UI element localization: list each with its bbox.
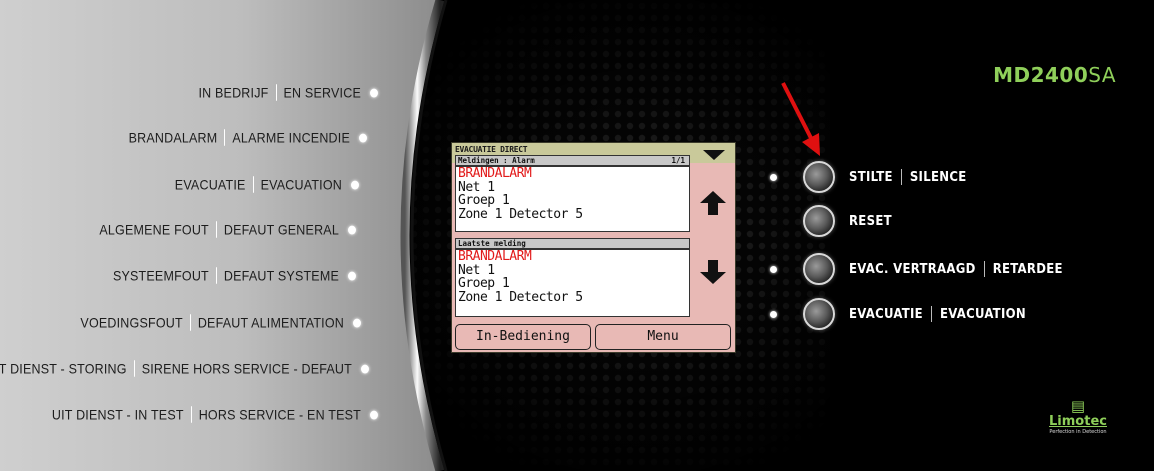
control-label-nl: EVAC. VERTRAAGD bbox=[849, 261, 976, 277]
logo-name: Limotec bbox=[1049, 414, 1107, 429]
reset-button[interactable] bbox=[803, 205, 835, 237]
control-label-nl: RESET bbox=[849, 213, 892, 229]
logo-tagline: Perfection in Detection bbox=[1049, 429, 1107, 435]
label-divider bbox=[930, 306, 932, 322]
model-name-suffix: SA bbox=[1088, 63, 1116, 87]
label-divider bbox=[252, 176, 254, 193]
control-led-indicator bbox=[770, 173, 777, 181]
status-led-row: SYSTEEMFOUT DEFAUT SYSTEME bbox=[113, 267, 356, 284]
led-label-nl: UIT DIENST - IN TEST bbox=[51, 406, 184, 423]
evac-vertraagd-control: EVAC. VERTRAAGD RETARDEE bbox=[770, 253, 1063, 285]
last-line-type: BRANDALARM bbox=[458, 249, 532, 264]
scroll-down-icon[interactable] bbox=[703, 150, 725, 160]
alarm-list-page: 1/1 bbox=[671, 156, 685, 165]
menu-button[interactable]: Menu bbox=[595, 324, 731, 350]
led-label-nl: EVACUATIE bbox=[174, 176, 246, 193]
red-pointer-arrow-icon bbox=[781, 82, 820, 156]
label-divider bbox=[189, 314, 191, 331]
status-led-row: VOEDINGSFOUT DEFAUT ALIMENTATION bbox=[80, 314, 361, 331]
last-line-group: Groep 1 bbox=[458, 276, 510, 291]
alarm-list: BRANDALARM Net 1 Groep 1 Zone 1 Detector… bbox=[455, 166, 690, 232]
status-led-list: IN BEDRIJF EN SERVICE BRANDALARM ALARME INC… bbox=[0, 0, 460, 471]
led-label-fr: HORS SERVICE - EN TEST bbox=[198, 406, 361, 423]
label-divider bbox=[983, 261, 985, 277]
control-label-nl: STILTE bbox=[849, 169, 893, 185]
status-led-indicator bbox=[353, 318, 361, 327]
label-divider bbox=[133, 360, 135, 377]
status-led-row: BRANDALARM ALARME INCENDIE bbox=[129, 129, 367, 146]
control-label-fr: RETARDEE bbox=[992, 261, 1063, 277]
led-label-nl: BRANDALARM bbox=[128, 129, 218, 146]
evacuatie-button[interactable] bbox=[803, 298, 835, 330]
stilte-silence-button[interactable] bbox=[803, 161, 835, 193]
control-label-fr: EVACUATION bbox=[939, 306, 1026, 322]
model-name: MD2400SA bbox=[993, 63, 1116, 87]
status-led-indicator bbox=[351, 180, 359, 189]
led-label-fr: ALARME INCENDIE bbox=[232, 129, 350, 146]
alarm-list-header: Meldingen : Alarm 1/1 bbox=[455, 155, 690, 166]
stilte-silence-control: STILTE SILENCE bbox=[770, 161, 967, 193]
led-label-fr: DEFAUT GENERAL bbox=[223, 221, 339, 238]
label-divider bbox=[190, 406, 192, 423]
last-message-header-label: Laatste melding bbox=[458, 239, 526, 248]
status-led-row: ALGEMENE FOUT DEFAUT GENERAL bbox=[99, 221, 356, 238]
last-line-zone: Zone 1 Detector 5 bbox=[458, 289, 583, 305]
reset-label: RESET bbox=[849, 214, 892, 229]
alarm-line-type: BRANDALARM bbox=[458, 166, 532, 181]
control-led-indicator bbox=[770, 218, 777, 225]
status-led-row: UIT DIENST - IN TEST HORS SERVICE - EN TE… bbox=[52, 406, 378, 423]
stilte-silence-label: STILTE SILENCE bbox=[849, 169, 967, 185]
lcd-display: EVACUATIE DIRECT Meldingen : Alarm 1/1 B… bbox=[451, 142, 736, 353]
evac-vertraagd-label: EVAC. VERTRAAGD RETARDEE bbox=[849, 261, 1063, 277]
label-divider bbox=[215, 221, 217, 238]
status-led-indicator bbox=[348, 271, 356, 280]
model-name-bold: MD2400 bbox=[993, 63, 1089, 87]
label-divider bbox=[215, 267, 217, 284]
led-label-fr: DEFAUT ALIMENTATION bbox=[197, 314, 344, 331]
alarm-line-zone: Zone 1 Detector 5 bbox=[458, 206, 583, 222]
control-led-indicator bbox=[770, 310, 777, 318]
evacuatie-control: EVACUATIE EVACUATION bbox=[770, 298, 1026, 330]
status-led-indicator bbox=[359, 133, 367, 142]
label-divider bbox=[224, 129, 226, 146]
last-line-net: Net 1 bbox=[458, 262, 495, 278]
alarm-list-header-label: Meldingen : Alarm bbox=[458, 156, 535, 165]
lcd-title: EVACUATIE DIRECT bbox=[455, 145, 528, 154]
control-led-indicator bbox=[770, 265, 777, 273]
last-message-header: Laatste melding bbox=[455, 238, 690, 249]
limotec-logo: ▤ Limotec Perfection in Detection bbox=[1033, 398, 1123, 436]
led-label-nl: IN BEDRIJF bbox=[198, 84, 269, 101]
in-bediening-button[interactable]: In-Bediening bbox=[455, 324, 591, 350]
led-label-fr: EN SERVICE bbox=[283, 84, 361, 101]
control-label-nl: EVACUATIE bbox=[849, 306, 923, 322]
led-label-nl: ALGEMENE FOUT bbox=[99, 221, 209, 238]
reset-control: RESET bbox=[770, 205, 892, 237]
evacuatie-label: EVACUATIE EVACUATION bbox=[849, 306, 1026, 322]
last-message: BRANDALARM Net 1 Groep 1 Zone 1 Detector… bbox=[455, 249, 690, 317]
scroll-up-icon[interactable] bbox=[700, 191, 726, 215]
led-label-fr: SIRENE HORS SERVICE - DEFAUT bbox=[141, 360, 352, 377]
evac-vertraagd-button[interactable] bbox=[803, 253, 835, 285]
status-led-indicator bbox=[361, 364, 369, 373]
led-label-fr: DEFAUT SYSTEME bbox=[223, 267, 339, 284]
led-label-nl: SYSTEEMFOUT bbox=[112, 267, 209, 284]
alarm-line-group: Groep 1 bbox=[458, 193, 510, 208]
led-label-nl: VOEDINGSFOUT bbox=[80, 314, 183, 331]
status-led-row: IN BEDRIJF EN SERVICE bbox=[198, 84, 378, 101]
led-label-nl: SIRENE UIT DIENST - STORING bbox=[0, 360, 127, 377]
status-led-indicator bbox=[348, 225, 356, 234]
control-label-fr: SILENCE bbox=[909, 169, 967, 185]
scroll-down-arrow-icon[interactable] bbox=[700, 260, 726, 284]
status-led-indicator bbox=[370, 410, 378, 419]
status-led-indicator bbox=[370, 88, 378, 97]
label-divider bbox=[275, 84, 277, 101]
status-led-row: SIRENE UIT DIENST - STORING SIRENE HORS S… bbox=[0, 360, 369, 377]
label-divider bbox=[900, 169, 902, 185]
fire-alarm-panel: IN BEDRIJF EN SERVICE BRANDALARM ALARME INC… bbox=[0, 0, 1154, 471]
logo-mark-icon: ▤ bbox=[1070, 397, 1086, 415]
alarm-line-net: Net 1 bbox=[458, 179, 495, 195]
led-label-fr: EVACUATION bbox=[260, 176, 342, 193]
status-led-row: EVACUATIE EVACUATION bbox=[175, 176, 359, 193]
